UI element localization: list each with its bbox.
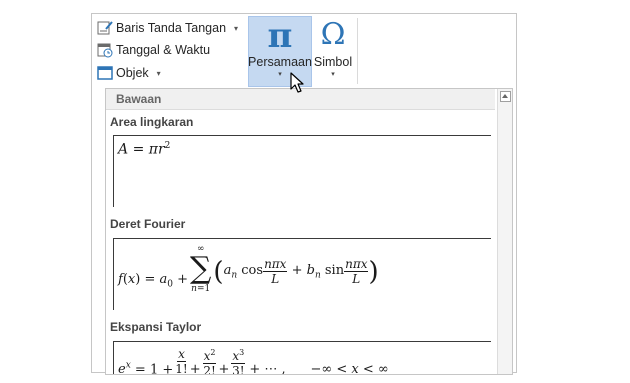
equation-taylor: ex = 1 + x 1! + x2 2! + x3 3! + ⋯ , −∞ < x … [118, 347, 389, 375]
equation-item-taylor[interactable]: ex = 1 + x 1! + x2 2! + x3 3! + ⋯ , −∞ < x … [113, 341, 491, 375]
gallery-scrollbar[interactable] [497, 89, 512, 374]
chevron-down-icon: ▾ [156, 68, 161, 78]
omega-icon: Ω [320, 17, 346, 52]
section-title-taylor: Ekspansi Taylor [110, 320, 202, 334]
section-title-circle-area: Area lingkaran [110, 115, 194, 129]
symbol-button[interactable]: Ω Simbol ▾ [312, 16, 354, 87]
section-title-fourier: Deret Fourier [110, 217, 186, 231]
date-time-label: Tanggal & Waktu [116, 43, 211, 57]
equation-gallery: Bawaan Area lingkaran A = πr2 Deret Four… [105, 88, 513, 375]
equation-circle-area: A = πr2 [118, 141, 171, 158]
date-time-button[interactable]: Tanggal & Waktu [97, 40, 210, 60]
scroll-up-arrow-icon[interactable] [500, 91, 511, 102]
object-icon [97, 65, 113, 81]
signature-line-button[interactable]: Baris Tanda Tangan ▾ [97, 18, 238, 38]
signature-line-icon [97, 20, 113, 36]
signature-line-label: Baris Tanda Tangan [116, 21, 227, 35]
equation-item-circle-area[interactable]: A = πr2 [113, 135, 491, 207]
chevron-down-icon: ▾ [234, 23, 239, 33]
date-time-icon [97, 42, 113, 58]
object-label: Objek [116, 66, 149, 80]
symbol-label: Simbol [313, 55, 353, 69]
equation-item-fourier[interactable]: f(x) = a0 + ∞ ∑ n=1 ( an cos nπx L + bn s… [113, 238, 491, 310]
equation-fourier: f(x) = a0 + ∞ ∑ n=1 ( an cos nπx L + bn s… [118, 244, 379, 295]
group-divider [357, 18, 358, 84]
equation-label: Persamaan [248, 55, 312, 69]
object-button[interactable]: Objek ▾ [97, 63, 161, 83]
mouse-cursor-icon [290, 72, 304, 93]
chevron-down-icon: ▾ [278, 71, 282, 78]
chevron-down-icon: ▾ [331, 71, 335, 78]
pi-icon: π [267, 16, 293, 56]
